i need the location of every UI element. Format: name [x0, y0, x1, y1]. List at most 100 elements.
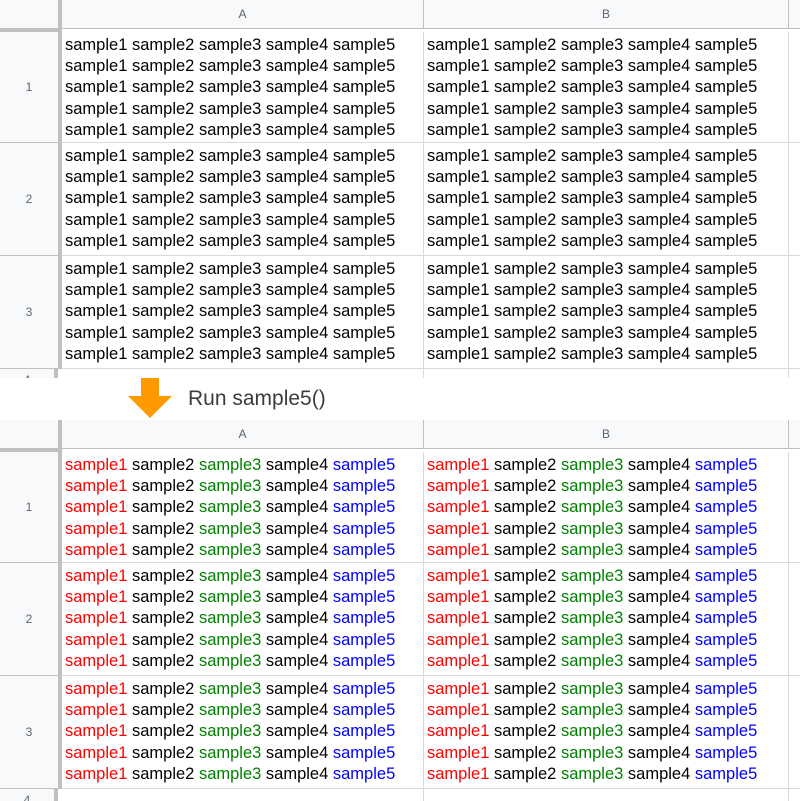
cell-b3[interactable]: sample1 sample2 sample3 sample4 sample5 s…: [424, 256, 789, 369]
cell-word-sample4: sample4: [265, 519, 329, 538]
cell-word-sample5: sample5: [332, 540, 396, 559]
column-header-a[interactable]: A: [62, 0, 424, 29]
cell-word-sample1: sample1: [65, 519, 128, 538]
column-header-c[interactable]: [789, 420, 800, 449]
cell-b3[interactable]: sample1 sample2 sample3 sample4 sample5 s…: [424, 676, 789, 789]
cell-word-sample5: sample5: [694, 147, 758, 165]
column-header-b[interactable]: B: [424, 420, 789, 449]
cell-word-sample2: sample2: [493, 722, 557, 741]
cell-word-sample2: sample2: [131, 36, 195, 54]
cell-c1[interactable]: [789, 32, 800, 143]
cell-a3[interactable]: sample1 sample2 sample3 sample4 sample5 s…: [62, 256, 424, 369]
cell-a2[interactable]: sample1 sample2 sample3 sample4 sample5 s…: [62, 143, 424, 256]
cell-c3[interactable]: [789, 676, 800, 789]
cell-text-line: sample1 sample2 sample3 sample4 sample5: [65, 519, 423, 540]
cell-word-sample1: sample1: [65, 302, 128, 321]
cell-word-sample3: sample3: [560, 168, 624, 187]
row-header-1[interactable]: 1: [0, 452, 62, 563]
cell-word-sample2: sample2: [131, 680, 195, 698]
column-header-a[interactable]: A: [62, 420, 424, 449]
column-header-c[interactable]: [789, 0, 800, 29]
cell-b2[interactable]: sample1 sample2 sample3 sample4 sample5 s…: [424, 563, 789, 676]
cell-word-sample5: sample5: [694, 680, 758, 698]
cell-text-line: sample1 sample2 sample3 sample4 sample5: [65, 280, 423, 301]
cell-word-sample3: sample3: [560, 743, 624, 762]
row-header-2[interactable]: 2: [0, 563, 62, 676]
cell-word-sample5: sample5: [694, 78, 758, 97]
cell-a2[interactable]: sample1 sample2 sample3 sample4 sample5 s…: [62, 563, 424, 676]
cell-text-line: sample1 sample2 sample3 sample4 sample5: [427, 301, 788, 322]
run-function-label: Run sample5(): [188, 387, 326, 410]
cell-b1[interactable]: sample1 sample2 sample3 sample4 sample5 s…: [424, 32, 789, 143]
cell-word-sample3: sample3: [198, 189, 262, 208]
cell-word-sample5: sample5: [332, 260, 396, 278]
cell-word-sample2: sample2: [131, 519, 195, 538]
cell-word-sample1: sample1: [427, 764, 490, 783]
cell-word-sample4: sample4: [265, 567, 329, 585]
cell-b2[interactable]: sample1 sample2 sample3 sample4 sample5 s…: [424, 143, 789, 256]
cell-word-sample4: sample4: [265, 701, 329, 720]
cell-text-line: sample1 sample2 sample3 sample4 sample5: [65, 566, 423, 587]
select-all-corner[interactable]: [0, 420, 62, 452]
cell-word-sample1: sample1: [65, 743, 128, 762]
cell-word-sample5: sample5: [694, 57, 758, 76]
row-header-2[interactable]: 2: [0, 143, 62, 256]
cell-c3[interactable]: [789, 256, 800, 369]
cell-text-line: sample1 sample2 sample3 sample4 sample5: [427, 651, 788, 672]
cell-word-sample1: sample1: [427, 567, 490, 585]
cell-a1[interactable]: sample1 sample2 sample3 sample4 sample5 s…: [62, 452, 424, 563]
cell-word-sample3: sample3: [560, 540, 624, 559]
cell-word-sample3: sample3: [560, 764, 624, 783]
cell-word-sample5: sample5: [694, 210, 758, 229]
cell-b1[interactable]: sample1 sample2 sample3 sample4 sample5 s…: [424, 452, 789, 563]
cell-text-line: sample1 sample2 sample3 sample4 sample5: [427, 497, 788, 518]
cell-word-sample1: sample1: [65, 120, 128, 139]
cell-text-line: sample1 sample2 sample3 sample4 sample5: [427, 56, 788, 77]
column-header-b[interactable]: B: [424, 0, 789, 29]
cell-word-sample2: sample2: [493, 701, 557, 720]
cell-word-sample2: sample2: [131, 743, 195, 762]
cell-word-sample5: sample5: [694, 701, 758, 720]
cell-word-sample2: sample2: [493, 540, 557, 559]
cell-word-sample5: sample5: [332, 519, 396, 538]
row-header-3[interactable]: 3: [0, 256, 62, 369]
cell-word-sample3: sample3: [198, 456, 262, 474]
cell-a3[interactable]: sample1 sample2 sample3 sample4 sample5 s…: [62, 676, 424, 789]
cell-text-line: sample1 sample2 sample3 sample4 sample5: [65, 476, 423, 497]
cell-word-sample5: sample5: [694, 260, 758, 278]
cell-text-line: sample1 sample2 sample3 sample4 sample5: [427, 35, 788, 56]
cell-word-sample2: sample2: [131, 477, 195, 496]
cell-word-sample4: sample4: [265, 147, 329, 165]
cell-word-sample4: sample4: [627, 210, 691, 229]
cell-a4[interactable]: [62, 789, 424, 801]
cell-word-sample2: sample2: [493, 210, 557, 229]
cell-word-sample4: sample4: [265, 210, 329, 229]
cell-text-line: sample1 sample2 sample3 sample4 sample5: [427, 721, 788, 742]
cell-text-line: sample1 sample2 sample3 sample4 sample5: [65, 700, 423, 721]
cell-text-line: sample1 sample2 sample3 sample4 sample5: [427, 210, 788, 231]
cell-word-sample2: sample2: [131, 456, 195, 474]
cell-text-line: sample1 sample2 sample3 sample4 sample5: [427, 280, 788, 301]
cell-word-sample3: sample3: [198, 57, 262, 76]
cell-word-sample4: sample4: [265, 57, 329, 76]
cell-word-sample3: sample3: [560, 231, 624, 250]
cell-word-sample4: sample4: [265, 281, 329, 300]
cell-word-sample1: sample1: [427, 630, 490, 649]
cell-word-sample4: sample4: [627, 260, 691, 278]
cell-c2[interactable]: [789, 143, 800, 256]
cell-b4[interactable]: [424, 789, 789, 801]
row-header-1[interactable]: 1: [0, 32, 62, 143]
select-all-corner[interactable]: [0, 0, 62, 32]
cell-text-line: sample1 sample2 sample3 sample4 sample5: [427, 259, 788, 280]
cell-word-sample1: sample1: [427, 477, 490, 496]
cell-word-sample5: sample5: [694, 344, 758, 363]
row-header-3[interactable]: 3: [0, 676, 62, 789]
cell-c1[interactable]: [789, 452, 800, 563]
cell-word-sample4: sample4: [265, 540, 329, 559]
cell-word-sample5: sample5: [332, 743, 396, 762]
row-header-4[interactable]: 4: [0, 789, 58, 801]
cell-word-sample4: sample4: [627, 588, 691, 607]
cell-word-sample1: sample1: [427, 722, 490, 741]
cell-a1[interactable]: sample1 sample2 sample3 sample4 sample5 s…: [62, 32, 424, 143]
cell-c2[interactable]: [789, 563, 800, 676]
